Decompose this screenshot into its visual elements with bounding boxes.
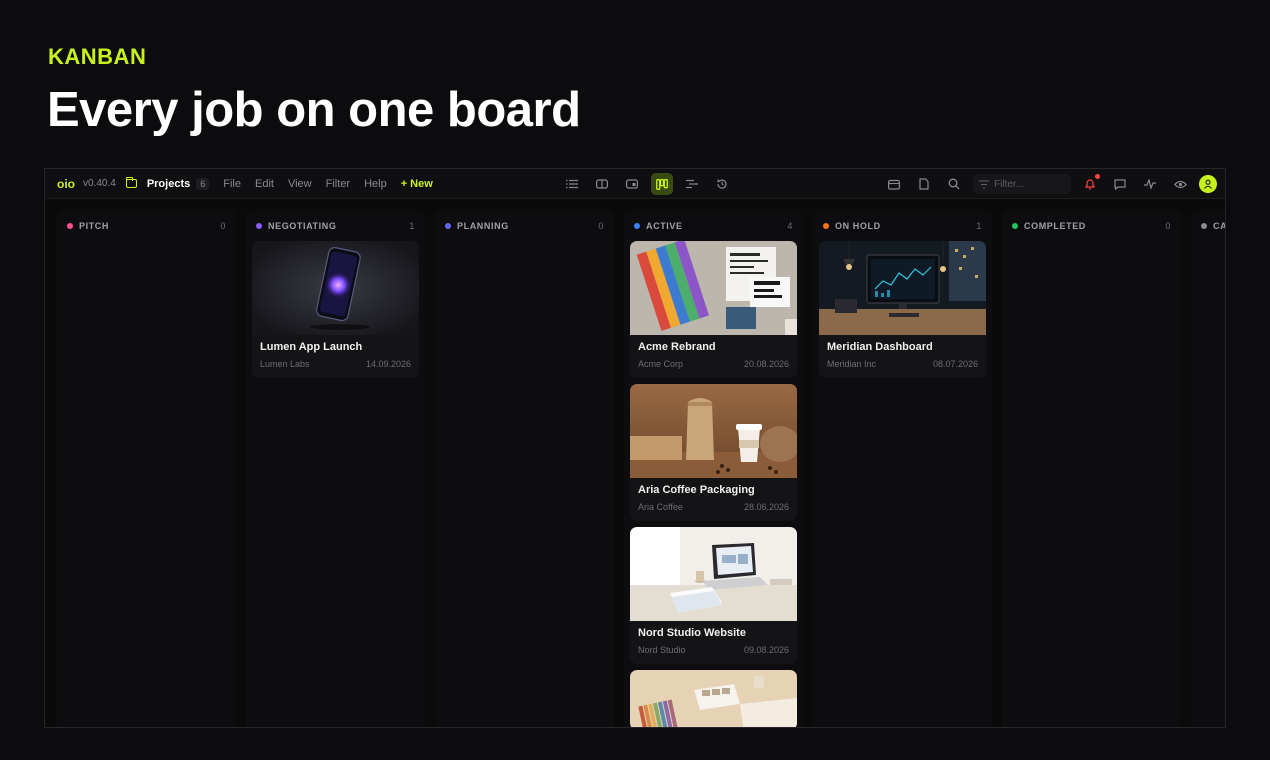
column-on-hold: ON HOLD 1 Meridian Dashboard Meridian In… bbox=[813, 211, 992, 727]
project-thumbnail bbox=[630, 670, 797, 727]
section-count-badge: 6 bbox=[196, 177, 210, 190]
column-title: COMPLETED bbox=[1024, 221, 1086, 231]
column-cancelled: CA bbox=[1191, 211, 1226, 727]
gallery-view-icon[interactable] bbox=[621, 173, 643, 195]
column-negotiating: NEGOTIATING 1 Lumen App Launch Lumen Lab… bbox=[246, 211, 425, 727]
notification-dot bbox=[1095, 174, 1100, 179]
project-thumbnail bbox=[630, 241, 797, 335]
bell-icon[interactable] bbox=[1079, 173, 1101, 195]
chat-icon[interactable] bbox=[1109, 173, 1131, 195]
status-dot bbox=[634, 223, 640, 229]
column-header: NEGOTIATING 1 bbox=[246, 211, 425, 241]
column-pitch: PITCH 0 bbox=[57, 211, 236, 727]
history-icon[interactable] bbox=[711, 173, 733, 195]
card-due-date: 28.06.2026 bbox=[743, 502, 789, 512]
document-icon[interactable] bbox=[913, 173, 935, 195]
card-title: Acme Rebrand bbox=[638, 341, 716, 353]
section-title[interactable]: Projects bbox=[147, 178, 190, 190]
activity-icon[interactable] bbox=[1139, 173, 1161, 195]
section-eyebrow: KANBAN bbox=[48, 44, 147, 69]
kanban-view-icon[interactable] bbox=[651, 173, 673, 195]
calendar-icon[interactable] bbox=[883, 173, 905, 195]
search-icon[interactable] bbox=[943, 173, 965, 195]
top-toolbar: oio v0.40.4 Projects 6 File Edit View Fi… bbox=[45, 169, 1225, 199]
column-header: PLANNING 0 bbox=[435, 211, 614, 241]
project-thumbnail bbox=[819, 241, 986, 335]
card-client: Nord Studio bbox=[638, 645, 686, 655]
card-client: Meridian Inc bbox=[827, 359, 877, 369]
column-header: CA bbox=[1191, 211, 1226, 241]
menu-file[interactable]: File bbox=[223, 178, 241, 190]
filter-icon bbox=[979, 179, 989, 189]
card-client: Aria Coffee bbox=[638, 502, 683, 512]
column-planning: PLANNING 0 bbox=[435, 211, 614, 727]
project-thumbnail bbox=[630, 527, 797, 621]
column-completed: COMPLETED 0 bbox=[1002, 211, 1181, 727]
column-title: NEGOTIATING bbox=[268, 221, 337, 231]
column-title: PLANNING bbox=[457, 221, 509, 231]
column-header: PITCH 0 bbox=[57, 211, 236, 241]
menu-help[interactable]: Help bbox=[364, 178, 387, 190]
column-count: 0 bbox=[1165, 221, 1171, 231]
project-thumbnail bbox=[630, 384, 797, 478]
app-version: v0.40.4 bbox=[83, 178, 116, 189]
column-count: 0 bbox=[598, 221, 604, 231]
card-due-date: 08.07.2026 bbox=[932, 359, 978, 369]
new-project-button[interactable]: + New bbox=[401, 178, 433, 190]
menu-filter[interactable]: Filter bbox=[326, 178, 350, 190]
column-header: COMPLETED 0 bbox=[1002, 211, 1181, 241]
menu-edit[interactable]: Edit bbox=[255, 178, 274, 190]
app-logo[interactable]: oio bbox=[57, 177, 75, 191]
column-title: ACTIVE bbox=[646, 221, 683, 231]
card-title: Aria Coffee Packaging bbox=[638, 484, 755, 496]
card-due-date: 09.08.2026 bbox=[743, 645, 789, 655]
column-title: PITCH bbox=[79, 221, 109, 231]
column-count: 1 bbox=[409, 221, 415, 231]
view-switcher bbox=[561, 173, 733, 195]
card-client: Lumen Labs bbox=[260, 359, 310, 369]
column-header: ON HOLD 1 bbox=[813, 211, 992, 241]
card-due-date: 14.09.2026 bbox=[365, 359, 411, 369]
menu-bar: File Edit View Filter Help bbox=[223, 178, 386, 190]
column-title: CA bbox=[1213, 221, 1226, 231]
status-dot bbox=[445, 223, 451, 229]
project-card[interactable]: Aria Coffee Packaging Aria Coffee 28.06.… bbox=[630, 384, 797, 521]
project-card[interactable]: Nord Studio Website Nord Studio 09.08.20… bbox=[630, 527, 797, 664]
status-dot bbox=[67, 223, 73, 229]
project-card[interactable] bbox=[630, 670, 797, 727]
filter-placeholder: Filter... bbox=[994, 178, 1025, 190]
hero-title: Every job on one board bbox=[47, 83, 581, 137]
card-view-icon[interactable] bbox=[591, 173, 613, 195]
eye-icon[interactable] bbox=[1169, 173, 1191, 195]
card-title: Nord Studio Website bbox=[638, 627, 746, 639]
kanban-board: PITCH 0 NEGOTIATING 1 Lumen App Launch L… bbox=[57, 211, 1226, 727]
card-title: Meridian Dashboard bbox=[827, 341, 933, 353]
column-header: ACTIVE 4 bbox=[624, 211, 803, 241]
app-window: oio v0.40.4 Projects 6 File Edit View Fi… bbox=[44, 168, 1226, 728]
project-thumbnail bbox=[252, 241, 419, 335]
column-count: 0 bbox=[220, 221, 226, 231]
project-card[interactable]: Meridian Dashboard Meridian Inc 08.07.20… bbox=[819, 241, 986, 378]
card-due-date: 20.08.2026 bbox=[743, 359, 789, 369]
filter-input[interactable]: Filter... bbox=[973, 174, 1071, 194]
project-card[interactable]: Lumen App Launch Lumen Labs 14.09.2026 bbox=[252, 241, 419, 378]
project-card[interactable]: Acme Rebrand Acme Corp 20.08.2026 bbox=[630, 241, 797, 378]
card-client: Acme Corp bbox=[638, 359, 684, 369]
status-dot bbox=[1201, 223, 1207, 229]
timeline-view-icon[interactable] bbox=[681, 173, 703, 195]
folder-icon bbox=[125, 177, 137, 188]
status-dot bbox=[823, 223, 829, 229]
column-count: 4 bbox=[787, 221, 793, 231]
column-title: ON HOLD bbox=[835, 221, 881, 231]
column-active: ACTIVE 4 Acme Rebrand Acme Corp 20.08.20… bbox=[624, 211, 803, 727]
status-dot bbox=[256, 223, 262, 229]
column-count: 1 bbox=[976, 221, 982, 231]
user-avatar-icon[interactable] bbox=[1199, 175, 1217, 193]
toolbar-right: Filter... bbox=[883, 173, 1217, 195]
list-view-icon[interactable] bbox=[561, 173, 583, 195]
menu-view[interactable]: View bbox=[288, 178, 312, 190]
status-dot bbox=[1012, 223, 1018, 229]
card-title: Lumen App Launch bbox=[260, 341, 363, 353]
